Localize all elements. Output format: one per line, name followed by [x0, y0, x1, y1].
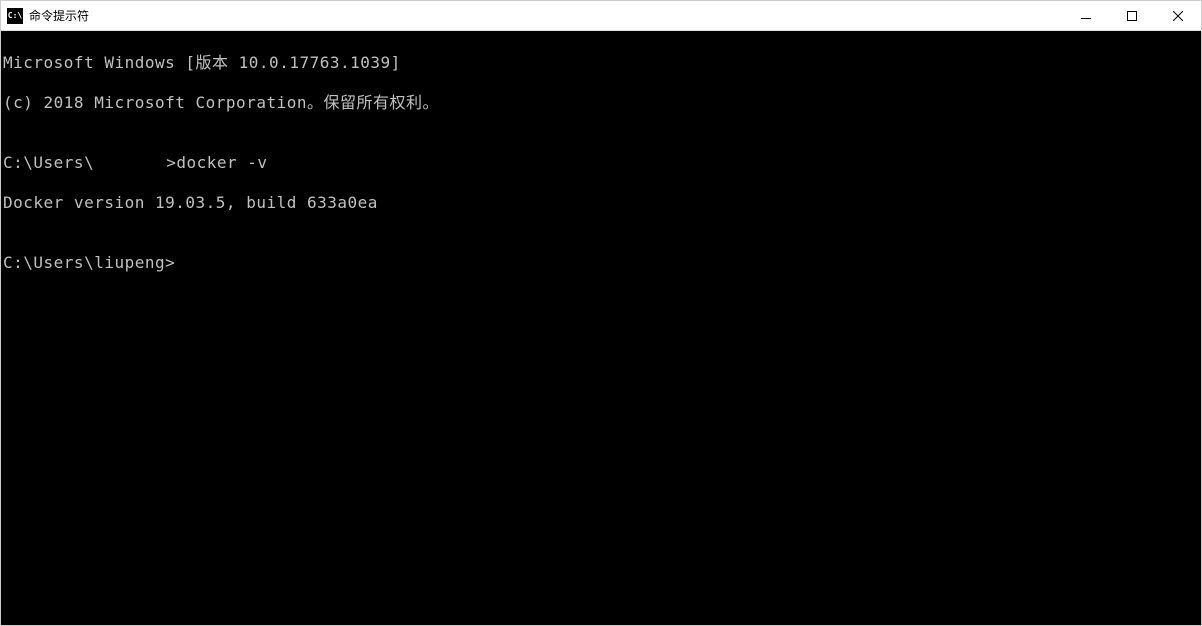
terminal-line: Microsoft Windows [版本 10.0.17763.1039] [3, 53, 1199, 73]
command-prompt-window: C:\ 命令提示符 Microsoft Windows [版本 10.0.177… [0, 0, 1202, 626]
prompt-prefix: C:\Users\ [3, 153, 94, 172]
maximize-button[interactable] [1109, 1, 1155, 30]
titlebar-left: C:\ 命令提示符 [7, 7, 89, 24]
close-button[interactable] [1155, 1, 1201, 30]
terminal-line: Docker version 19.03.5, build 633a0ea [3, 193, 1199, 213]
maximize-icon [1127, 11, 1137, 21]
prompt-suffix: > [166, 153, 176, 172]
cmd-icon: C:\ [7, 8, 23, 24]
close-icon [1173, 11, 1183, 21]
redacted-username [94, 156, 166, 172]
minimize-icon [1081, 18, 1091, 19]
titlebar[interactable]: C:\ 命令提示符 [1, 1, 1201, 31]
minimize-button[interactable] [1063, 1, 1109, 30]
command-text: docker -v [176, 153, 267, 172]
window-controls [1063, 1, 1201, 30]
terminal-prompt-line: C:\Users\ >docker -v [3, 153, 1199, 173]
terminal-line: (c) 2018 Microsoft Corporation。保留所有权利。 [3, 93, 1199, 113]
terminal-prompt-line: C:\Users\liupeng> [3, 253, 1199, 273]
terminal-output[interactable]: Microsoft Windows [版本 10.0.17763.1039] (… [1, 31, 1201, 625]
window-title: 命令提示符 [29, 7, 89, 24]
